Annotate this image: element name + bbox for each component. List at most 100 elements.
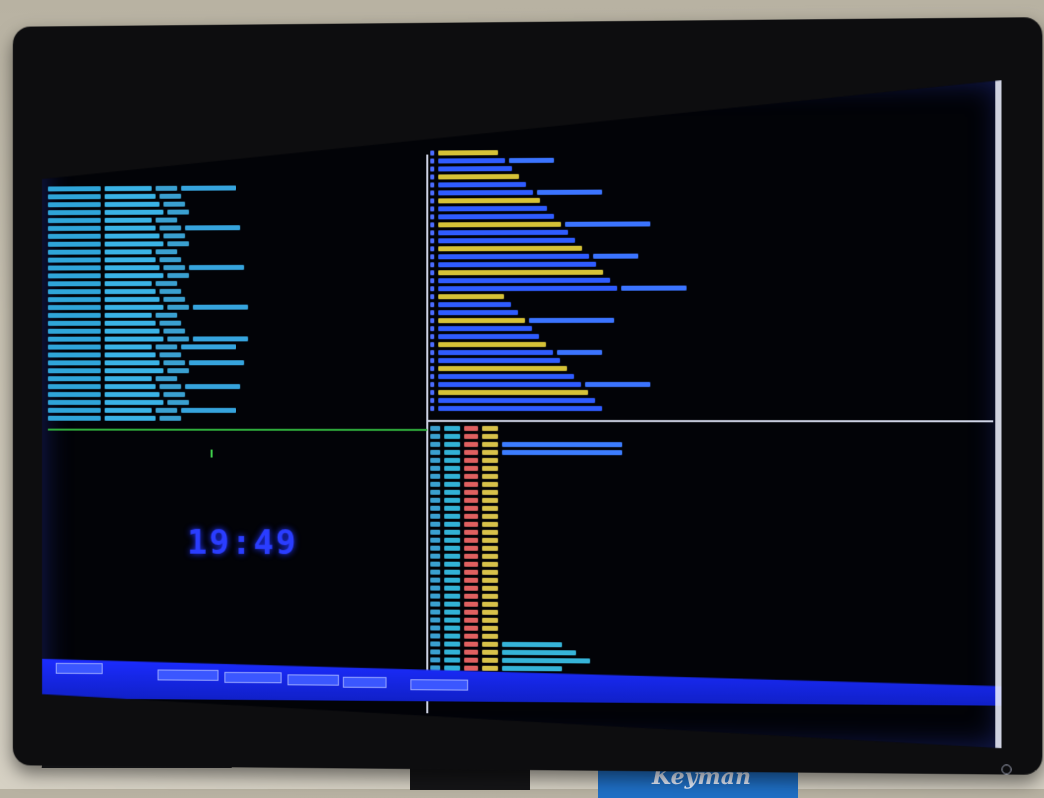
text-line (430, 372, 991, 380)
text-segment (160, 352, 182, 357)
text-segment (430, 481, 440, 486)
text-segment (430, 465, 440, 470)
text-segment (105, 344, 152, 349)
text-segment (482, 569, 498, 574)
text-segment (48, 202, 101, 207)
text-segment (430, 633, 440, 638)
text-segment (48, 281, 101, 286)
text-segment (163, 360, 185, 365)
text-segment (430, 609, 440, 614)
text-segment (482, 553, 498, 558)
power-icon[interactable] (1001, 764, 1012, 775)
pane-top-left-log[interactable] (48, 183, 425, 428)
taskbar-item[interactable] (158, 669, 219, 680)
text-segment (430, 545, 440, 550)
text-segment (167, 304, 189, 309)
text-segment (430, 222, 434, 227)
text-segment (430, 318, 434, 323)
text-segment (430, 174, 434, 179)
text-segment (105, 415, 156, 420)
text-segment (438, 349, 553, 354)
text-segment (464, 489, 478, 494)
text-segment (464, 649, 478, 654)
text-segment (105, 241, 164, 246)
text-segment (430, 350, 434, 355)
text-segment (438, 205, 547, 211)
text-segment (48, 186, 101, 191)
text-segment (438, 158, 505, 163)
horizontal-divider-right[interactable] (428, 420, 993, 422)
text-segment (48, 407, 101, 412)
text-segment (105, 296, 160, 301)
text-segment (105, 249, 152, 254)
taskbar-item[interactable] (224, 672, 281, 683)
text-segment (48, 265, 101, 270)
text-segment (438, 237, 575, 243)
text-segment (193, 336, 248, 341)
text-segment (156, 312, 178, 317)
text-segment (438, 277, 610, 282)
text-segment (438, 181, 526, 186)
text-segment (444, 569, 460, 574)
text-segment (181, 185, 236, 190)
text-segment (156, 407, 178, 412)
text-segment (160, 320, 182, 325)
text-segment (438, 294, 504, 299)
screen: 19:49 (42, 80, 1001, 748)
text-segment (509, 157, 554, 162)
text-segment (444, 665, 460, 670)
text-segment (464, 601, 478, 606)
text-segment (444, 561, 460, 566)
log-lines (48, 183, 425, 422)
clock-display: 19:49 (187, 522, 298, 564)
text-segment (482, 537, 498, 542)
text-segment (430, 310, 434, 315)
text-segment (585, 381, 650, 386)
text-segment (444, 641, 460, 646)
text-segment (482, 625, 498, 630)
text-segment (430, 497, 440, 502)
text-segment (464, 625, 478, 630)
text-segment (430, 150, 434, 155)
text-segment (444, 425, 460, 430)
text-segment (160, 193, 182, 198)
text-line (430, 404, 991, 412)
pane-top-right-log[interactable] (430, 145, 991, 418)
taskbar-item[interactable] (288, 674, 339, 685)
text-segment (105, 392, 160, 397)
text-segment (430, 457, 440, 462)
text-segment (482, 665, 498, 670)
text-segment (438, 365, 567, 370)
text-segment (438, 197, 540, 202)
text-segment (193, 304, 248, 309)
text-segment (167, 368, 189, 373)
text-line (48, 406, 425, 414)
text-segment (444, 473, 460, 478)
text-segment (430, 569, 440, 574)
text-segment (464, 425, 478, 430)
text-segment (430, 505, 440, 510)
taskbar-item[interactable] (343, 677, 387, 688)
text-segment (444, 457, 460, 462)
vertical-divider[interactable] (426, 155, 428, 714)
text-segment (163, 296, 185, 301)
text-segment (430, 521, 440, 526)
text-segment (444, 649, 460, 654)
text-segment (482, 609, 498, 614)
text-segment (430, 537, 440, 542)
text-line (430, 388, 991, 396)
text-segment (438, 253, 589, 259)
text-segment (105, 201, 160, 206)
text-segment (438, 333, 539, 338)
text-segment (430, 278, 434, 283)
text-segment (464, 433, 478, 438)
text-segment (444, 601, 460, 606)
text-segment (48, 297, 101, 302)
text-segment (105, 273, 164, 278)
text-segment (430, 358, 434, 363)
text-segment (48, 320, 101, 325)
text-segment (48, 384, 101, 389)
horizontal-divider-left[interactable] (48, 429, 427, 431)
taskbar-item[interactable] (410, 679, 468, 690)
taskbar-item[interactable] (56, 663, 103, 674)
